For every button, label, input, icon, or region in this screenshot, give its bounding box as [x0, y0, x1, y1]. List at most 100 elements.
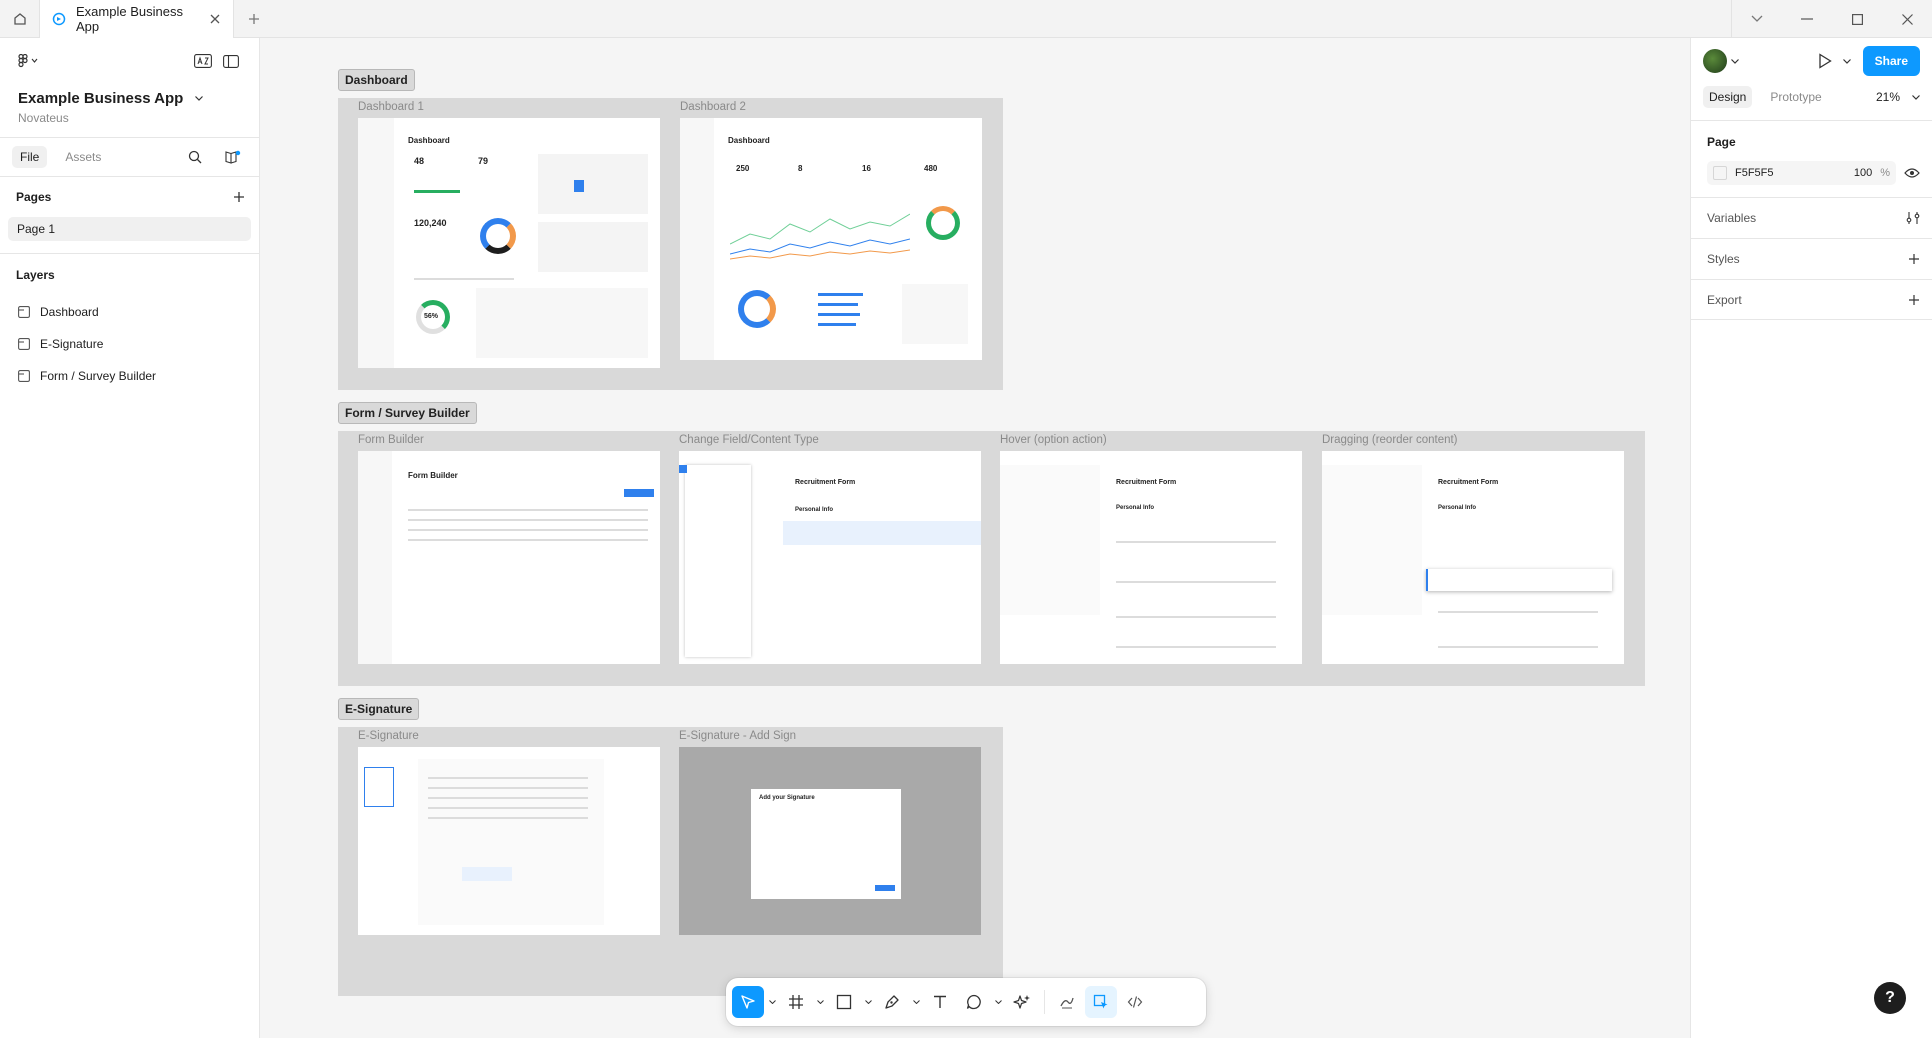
text-tool[interactable]: [924, 986, 956, 1018]
search-layers-button[interactable]: [181, 143, 209, 171]
close-window-button[interactable]: [1882, 0, 1932, 38]
frame-tool[interactable]: [780, 986, 812, 1018]
ui3-toggle-button[interactable]: [189, 47, 217, 75]
variables-section[interactable]: Variables: [1691, 197, 1932, 238]
maximize-button[interactable]: [1832, 0, 1882, 38]
frame-label-hover[interactable]: Hover (option action): [1000, 434, 1107, 446]
draw-mode-toggle[interactable]: [1051, 986, 1083, 1018]
comment-tool[interactable]: [958, 986, 990, 1018]
new-tab-button[interactable]: [242, 7, 266, 31]
chevron-down-icon[interactable]: [1842, 58, 1851, 64]
home-icon: [13, 13, 26, 25]
styles-section[interactable]: Styles: [1691, 238, 1932, 279]
frame-tool-menu[interactable]: [814, 1000, 826, 1004]
fill-opacity-value[interactable]: 100: [1854, 167, 1872, 179]
toolbar-divider: [1044, 990, 1045, 1014]
tab-assets[interactable]: Assets: [57, 146, 109, 168]
play-icon: [1818, 53, 1832, 69]
chevron-down-icon: [816, 1000, 824, 1004]
tab-design[interactable]: Design: [1703, 86, 1753, 108]
main-menu-button[interactable]: [14, 47, 42, 75]
shape-tool-menu[interactable]: [862, 1000, 874, 1004]
close-icon: [210, 14, 220, 24]
actions-tool[interactable]: [1006, 986, 1038, 1018]
frame-dashboard-2[interactable]: Dashboard 250 8 16 480: [680, 118, 982, 360]
comment-tool-menu[interactable]: [992, 1000, 1004, 1004]
help-button[interactable]: ?: [1874, 982, 1906, 1014]
frame-hover[interactable]: Recruitment Form Personal Info: [1000, 451, 1302, 664]
shape-tool[interactable]: [828, 986, 860, 1018]
eye-icon[interactable]: [1904, 167, 1920, 179]
adjust-icon[interactable]: [1906, 211, 1920, 225]
section-label-form-survey-builder[interactable]: Form / Survey Builder: [338, 402, 477, 424]
text-icon: [934, 995, 946, 1008]
plus-icon[interactable]: [1908, 253, 1920, 265]
fill-hex-value[interactable]: F5F5F5: [1735, 167, 1846, 179]
section-label-dashboard[interactable]: Dashboard: [338, 69, 415, 91]
frame-label-dashboard-2[interactable]: Dashboard 2: [680, 101, 746, 113]
frame-e-signature-add-sign[interactable]: Add your Signature: [679, 747, 981, 935]
library-button[interactable]: [219, 143, 247, 171]
frame-label-dashboard-1[interactable]: Dashboard 1: [358, 101, 424, 113]
frame-stat: 48: [414, 156, 425, 166]
frame-label-change-field[interactable]: Change Field/Content Type: [679, 434, 819, 446]
layer-item-dashboard[interactable]: Dashboard: [0, 296, 259, 328]
sidebar-icon: [223, 54, 239, 68]
frame-dashboard-1[interactable]: Dashboard 48 79 120,240 56%: [358, 118, 660, 368]
export-section[interactable]: Export: [1691, 279, 1932, 320]
frame-label-e-signature-add-sign[interactable]: E-Signature - Add Sign: [679, 730, 796, 742]
home-button[interactable]: [0, 0, 40, 38]
dev-mode-toggle[interactable]: [1119, 986, 1151, 1018]
tab-file[interactable]: File: [12, 146, 48, 168]
frame-title: Dashboard: [728, 136, 770, 145]
pen-tool-menu[interactable]: [910, 1000, 922, 1004]
frame-section: Personal Info: [1116, 505, 1155, 511]
code-icon: [1127, 996, 1143, 1008]
chevron-down-icon: [195, 96, 204, 101]
color-swatch[interactable]: [1713, 166, 1727, 180]
close-tab-button[interactable]: [203, 7, 227, 31]
frame-e-signature[interactable]: [358, 747, 660, 935]
chevron-down-icon[interactable]: [1731, 58, 1739, 64]
styles-label: Styles: [1707, 252, 1740, 266]
move-tool[interactable]: [732, 986, 764, 1018]
file-tab[interactable]: Example Business App: [40, 0, 234, 38]
window-controls: [1731, 0, 1932, 38]
zoom-level[interactable]: 21%: [1876, 90, 1900, 104]
page-item-page-1[interactable]: Page 1: [8, 217, 251, 241]
chevron-down-icon: [864, 1000, 872, 1004]
canvas[interactable]: Dashboard Dashboard 1 Dashboard 48 79 12…: [260, 38, 1690, 1038]
file-name[interactable]: Example Business App: [0, 84, 259, 107]
present-button[interactable]: [1811, 47, 1839, 75]
tabs-menu-button[interactable]: [1732, 0, 1782, 38]
toggle-sidebar-button[interactable]: [217, 47, 245, 75]
design-mode-toggle[interactable]: [1085, 986, 1117, 1018]
frame-label-form-builder[interactable]: Form Builder: [358, 434, 424, 446]
file-tab-title: Example Business App: [76, 4, 183, 34]
frame-label-dragging[interactable]: Dragging (reorder content): [1322, 434, 1458, 446]
frame-stat: 16: [862, 164, 871, 173]
tab-prototype[interactable]: Prototype: [1764, 86, 1827, 108]
chevron-down-icon[interactable]: [1912, 94, 1920, 100]
frame-form-builder[interactable]: Form Builder: [358, 451, 660, 664]
frame-stat: 56%: [424, 313, 439, 320]
section-label-e-signature[interactable]: E-Signature: [338, 698, 420, 720]
layer-item-form-survey-builder[interactable]: Form / Survey Builder: [0, 360, 259, 392]
avatar[interactable]: [1703, 49, 1727, 73]
page-fill-input[interactable]: F5F5F5 100 %: [1707, 161, 1896, 185]
section-icon: [18, 370, 30, 382]
pen-tool[interactable]: [876, 986, 908, 1018]
share-button[interactable]: Share: [1862, 46, 1920, 76]
frame-change-field[interactable]: Recruitment Form Personal Info: [679, 451, 981, 664]
pen-icon: [885, 995, 899, 1009]
frame-dragging[interactable]: Recruitment Form Personal Info: [1322, 451, 1624, 664]
add-page-icon[interactable]: [233, 191, 245, 203]
team-name[interactable]: Novateus: [0, 107, 259, 125]
frame-label-e-signature[interactable]: E-Signature: [358, 730, 419, 742]
layer-item-e-signature[interactable]: E-Signature: [0, 328, 259, 360]
move-tool-menu[interactable]: [766, 1000, 778, 1004]
layer-label: E-Signature: [40, 337, 104, 351]
minimize-button[interactable]: [1782, 0, 1832, 38]
plus-icon[interactable]: [1908, 294, 1920, 306]
frame-title: Dashboard: [408, 136, 450, 145]
